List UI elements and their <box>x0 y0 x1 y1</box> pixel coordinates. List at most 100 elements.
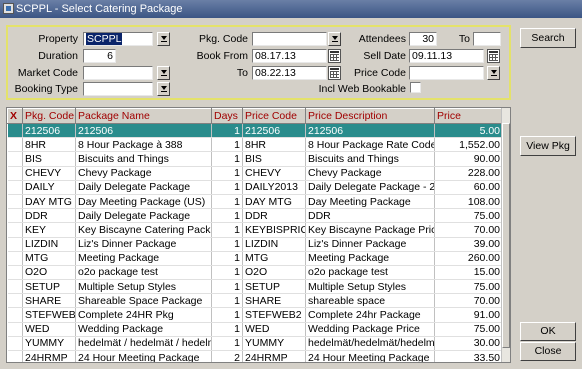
cell-name: Complete 24HR Pkg <box>75 307 212 323</box>
cell-pdesc: 8 Hour Package Rate Code <box>305 137 435 153</box>
scrollbar-thumb[interactable] <box>502 123 510 348</box>
cell-price: 5.00 <box>434 123 503 139</box>
cell-code: KEY <box>22 222 76 238</box>
cell-price: 228.00 <box>434 166 503 181</box>
cell-pdesc: Daily Delegate Package - 2013 <box>305 180 435 195</box>
col-price-header[interactable]: Price <box>434 108 503 124</box>
cell-sel <box>7 208 23 224</box>
pkg-code-field[interactable] <box>252 32 327 46</box>
table-row[interactable]: STEFWEB2Complete 24HR Pkg1STEFWEB2Comple… <box>7 307 503 323</box>
cell-pcode: WED <box>242 322 306 337</box>
table-row[interactable]: O2O o2o package test 1 O2O o2o package test 1… <box>7 265 503 281</box>
duration-field[interactable]: 6 <box>83 49 116 63</box>
table-row[interactable]: BIS Biscuits and Things 1 BIS Biscuits and T… <box>7 151 503 167</box>
cell-name: o2o package test <box>75 265 212 281</box>
close-button[interactable]: Close <box>520 342 576 361</box>
table-row[interactable]: LIZDIN Liz's Dinner Package 1 LIZDIN Liz's D… <box>7 237 503 252</box>
cell-pcode: DAILY2013 <box>242 180 306 195</box>
col-select-header[interactable]: X <box>7 108 23 124</box>
table-row[interactable]: 212506 212506 1 212506 212506 5.00 <box>7 123 503 139</box>
attendees-field[interactable]: 30 <box>409 32 437 46</box>
col-price-code-header[interactable]: Price Code <box>242 108 306 124</box>
table-row[interactable]: DDR Daily Delegate Package 1 DDR DDR 75.00 <box>7 208 503 224</box>
table-row[interactable]: WED Wedding Package 1 WED Wedding Package Pr… <box>7 322 503 337</box>
table-header-row: X Pkg. Code Package Name Days Price Code… <box>7 108 503 124</box>
table-row[interactable]: 24HRMP 24 Hour Meeting Package 2 24HRMP 24 H… <box>7 350 503 362</box>
price-code-dropdown-icon[interactable] <box>487 66 500 80</box>
view-pkg-button[interactable]: View Pkg <box>520 136 576 156</box>
booking-type-dropdown-icon[interactable] <box>157 82 170 96</box>
cell-pdesc: Key Biscayne Package Price <box>305 222 435 238</box>
booking-type-field[interactable] <box>83 82 153 96</box>
table-row[interactable]: DAY MTG Day Meeting Package (US) 1 DAY MTG D… <box>7 194 503 210</box>
col-pkg-code-header[interactable]: Pkg. Code <box>22 108 76 124</box>
cell-pcode: SETUP <box>242 279 306 295</box>
table-row[interactable]: CHEVY Chevy Package 1 CHEVY Chevy Package 228… <box>7 166 503 181</box>
cell-pdesc: shareable space <box>305 293 435 309</box>
ok-button[interactable]: OK <box>520 322 576 341</box>
search-button[interactable]: Search <box>520 28 576 48</box>
attendees-to-label: To <box>458 33 470 45</box>
cell-price: 33.50 <box>434 350 503 362</box>
table-row[interactable]: DAILY Daily Delegate Package 1 DAILY2013 Dai… <box>7 180 503 195</box>
col-days-header[interactable]: Days <box>211 108 243 124</box>
cell-price: 260.00 <box>434 251 503 266</box>
cell-days: 2 <box>211 350 243 362</box>
cell-days: 1 <box>211 222 243 238</box>
sell-date-label: Sell Date <box>363 50 406 62</box>
table-row[interactable]: MTG Meeting Package 1 MTG Meeting Package 260… <box>7 251 503 266</box>
sell-date-calendar-icon[interactable] <box>487 49 500 63</box>
cell-pdesc: o2o package test <box>305 265 435 281</box>
cell-code: 8HR <box>22 137 76 153</box>
cell-name: Chevy Package <box>75 166 212 181</box>
cell-days: 1 <box>211 123 243 139</box>
cell-price: 75.00 <box>434 322 503 337</box>
incl-web-bookable-checkbox[interactable] <box>410 82 421 93</box>
property-dropdown-icon[interactable] <box>157 32 170 46</box>
market-code-field[interactable] <box>83 66 153 80</box>
attendees-to-field[interactable] <box>473 32 501 46</box>
cell-pcode: 8HR <box>242 137 306 153</box>
vertical-scrollbar[interactable] <box>501 108 510 362</box>
window-title: SCPPL - Select Catering Package <box>16 3 183 15</box>
book-from-label: Book From <box>196 50 248 62</box>
cell-pdesc: Multiple Setup Styles <box>305 279 435 295</box>
table-row[interactable]: KEYKey Biscayne Catering Package1KEYBISP… <box>7 222 503 238</box>
cell-sel <box>7 322 23 337</box>
cell-price: 1,552.00 <box>434 137 503 153</box>
cell-sel <box>7 237 23 252</box>
property-value: SCPPL <box>86 33 123 45</box>
cell-days: 1 <box>211 279 243 295</box>
cell-price: 70.00 <box>434 293 503 309</box>
cell-code: DDR <box>22 208 76 224</box>
cell-pcode: YUMMY <box>242 336 306 352</box>
cell-name: 8 Hour Package à 388 <box>75 137 212 153</box>
market-code-dropdown-icon[interactable] <box>157 66 170 80</box>
cell-sel <box>7 151 23 167</box>
table-row[interactable]: SHARE Shareable Space Package 1 SHARE sharea… <box>7 293 503 309</box>
price-code-field[interactable] <box>409 66 484 80</box>
cell-pdesc: Complete 24hr Package <box>305 307 435 323</box>
cell-sel <box>7 350 23 362</box>
property-field[interactable]: SCPPL <box>83 32 153 46</box>
col-package-name-header[interactable]: Package Name <box>75 108 212 124</box>
cell-days: 1 <box>211 151 243 167</box>
sell-date-field[interactable]: 09.11.13 <box>409 49 484 63</box>
title-bar: SCPPL - Select Catering Package <box>0 0 582 18</box>
cell-days: 1 <box>211 180 243 195</box>
cell-code: STEFWEB2 <box>22 307 76 323</box>
cell-code: SETUP <box>22 279 76 295</box>
cell-sel <box>7 293 23 309</box>
table-row[interactable]: 8HR 8 Hour Package à 388 1 8HR 8 Hour Packag… <box>7 137 503 153</box>
cell-code: 24HRMP <box>22 350 76 362</box>
book-to-field[interactable]: 08.22.13 <box>252 66 327 80</box>
cell-pcode: DDR <box>242 208 306 224</box>
table-row[interactable]: YUMMYhedelmät / hedelmät / hedelmät /1YU… <box>7 336 503 352</box>
col-price-description-header[interactable]: Price Description <box>305 108 435 124</box>
table-row[interactable]: SETUP Multiple Setup Styles 1 SETUP Multiple… <box>7 279 503 295</box>
duration-label: Duration <box>38 50 78 62</box>
package-table: X Pkg. Code Package Name Days Price Code… <box>6 107 511 363</box>
book-from-field[interactable]: 08.17.13 <box>252 49 327 63</box>
cell-pdesc: Chevy Package <box>305 166 435 181</box>
cell-sel <box>7 123 23 139</box>
